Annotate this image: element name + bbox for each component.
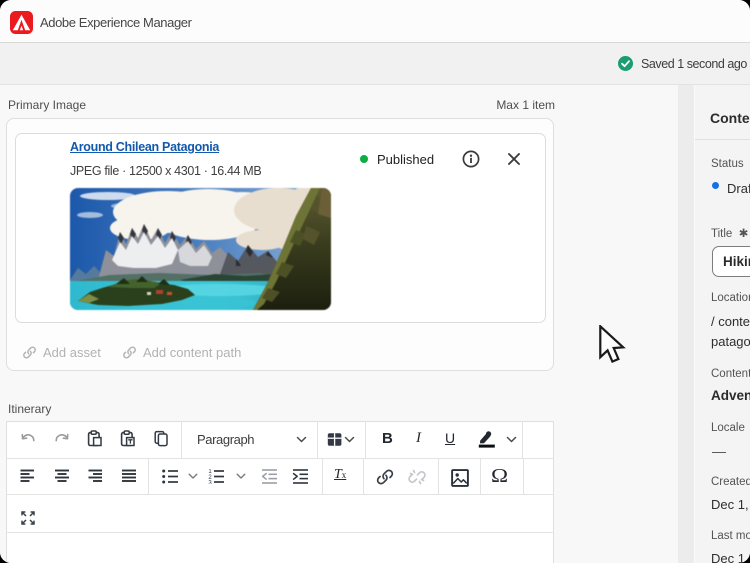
svg-text:3: 3 bbox=[208, 480, 212, 484]
